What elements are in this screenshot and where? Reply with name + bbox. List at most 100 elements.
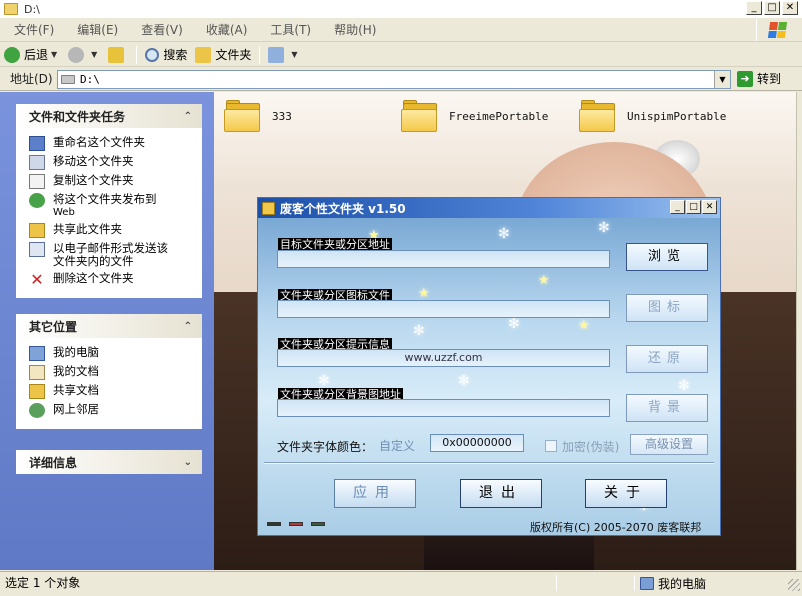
snowflake-decoration: ✻ <box>678 378 690 394</box>
toolbar: 后退 ▼ ▼ 搜索 文件夹 ▼ <box>0 43 802 67</box>
icon-button[interactable]: 图标 <box>626 294 708 322</box>
network-icon <box>29 403 45 418</box>
copy-icon <box>29 174 45 189</box>
computer-icon <box>640 577 654 590</box>
task-publish-web[interactable]: 将这个文件夹发布到 Web <box>29 193 201 219</box>
restore-button[interactable]: 还原 <box>626 345 708 373</box>
app-icon <box>262 201 275 215</box>
views-button[interactable]: ▼ <box>264 44 304 66</box>
go-button[interactable]: ➜ 转到 <box>737 70 781 87</box>
move-icon <box>29 155 45 170</box>
back-label: 后退 <box>24 48 49 62</box>
task-delete[interactable]: ✕ 删除这个文件夹 <box>29 272 201 288</box>
task-label: 复制这个文件夹 <box>53 173 134 187</box>
status-selection-text: 选定 1 个对象 <box>5 576 81 590</box>
dialog-minimize-button[interactable]: _ <box>670 200 685 214</box>
status-location: 我的电脑 <box>640 575 706 592</box>
details-panel-header[interactable]: 详细信息 ⌄ <box>16 450 202 474</box>
exit-button[interactable]: 退出 <box>460 479 542 508</box>
menu-favorites[interactable]: 收藏(A) <box>192 21 257 38</box>
forward-button[interactable]: ▼ <box>64 44 104 66</box>
dialog-close-button[interactable]: ✕ <box>702 200 717 214</box>
status-location-text: 我的电脑 <box>658 577 707 591</box>
skin-swatch[interactable] <box>267 522 281 526</box>
apply-button[interactable]: 应用 <box>334 479 416 508</box>
folder-icon <box>4 3 18 15</box>
chevron-down-icon[interactable]: ▼ <box>291 50 297 59</box>
back-button[interactable]: 后退 ▼ <box>0 44 64 66</box>
place-shared-documents[interactable]: 共享文档 <box>29 384 201 399</box>
menu-file[interactable]: 文件(F) <box>0 21 63 38</box>
skin-swatch[interactable] <box>311 522 325 526</box>
views-icon <box>268 46 285 63</box>
minimize-button[interactable]: _ <box>746 1 762 15</box>
chevron-down-icon[interactable]: ▼ <box>51 50 57 59</box>
task-copy[interactable]: 复制这个文件夹 <box>29 174 201 189</box>
target-path-input[interactable] <box>277 250 610 268</box>
folders-button[interactable]: 文件夹 <box>191 44 255 66</box>
up-folder-icon <box>108 46 125 63</box>
up-folder-button[interactable] <box>104 44 132 66</box>
collapse-icon[interactable]: ⌃ <box>184 111 192 122</box>
dialog-maximize-button[interactable]: □ <box>686 200 701 214</box>
task-label: 以电子邮件形式发送该 <box>53 241 168 255</box>
folder-name: FreeimePortable <box>449 109 549 123</box>
places-panel-title: 其它位置 <box>29 319 78 334</box>
vertical-scrollbar[interactable] <box>796 92 802 570</box>
computer-icon <box>29 346 45 361</box>
skin-swatch[interactable] <box>289 522 303 526</box>
collapse-icon[interactable]: ⌃ <box>184 321 192 332</box>
advanced-settings-button[interactable]: 高级设置 <box>630 434 708 455</box>
task-label: 移动这个文件夹 <box>53 154 134 168</box>
task-label-line2: 文件夹内的文件 <box>53 254 134 268</box>
custom-color-link[interactable]: 自定义 <box>379 437 415 454</box>
windows-logo-icon <box>756 19 796 41</box>
about-button[interactable]: 关于 <box>585 479 667 508</box>
background-button[interactable]: 背景 <box>626 394 708 422</box>
place-network[interactable]: 网上邻居 <box>29 403 201 418</box>
snowflake-decoration: ✻ <box>508 316 520 332</box>
menu-view[interactable]: 查看(V) <box>127 21 192 38</box>
encrypt-checkbox[interactable] <box>545 440 557 452</box>
go-label: 转到 <box>757 72 782 86</box>
folder-item[interactable]: 333 <box>224 100 292 132</box>
place-my-documents[interactable]: 我的文档 <box>29 365 201 380</box>
folder-item[interactable]: FreeimePortable <box>401 100 548 132</box>
menu-tools[interactable]: 工具(T) <box>256 21 320 38</box>
maximize-button[interactable]: □ <box>764 1 780 15</box>
search-button[interactable]: 搜索 <box>141 44 191 66</box>
place-my-computer[interactable]: 我的电脑 <box>29 346 201 361</box>
rename-icon <box>29 136 45 151</box>
details-panel: 详细信息 ⌄ <box>16 450 202 474</box>
background-path-input[interactable] <box>277 399 610 417</box>
go-arrow-icon: ➜ <box>737 70 753 87</box>
resize-grip[interactable] <box>788 579 800 591</box>
tooltip-input[interactable]: www.uzzf.com <box>277 349 610 367</box>
documents-icon <box>29 365 45 380</box>
chevron-down-icon[interactable]: ▼ <box>91 50 97 59</box>
task-share[interactable]: 共享此文件夹 <box>29 223 201 238</box>
address-value: D:\ <box>80 73 100 86</box>
snowflake-decoration: ✻ <box>458 373 470 389</box>
places-panel-header[interactable]: 其它位置 ⌃ <box>16 314 202 338</box>
task-label: 共享此文件夹 <box>53 222 122 236</box>
places-panel: 其它位置 ⌃ 我的电脑 我的文档 共享文档 网上邻居 <box>16 314 202 429</box>
menu-help[interactable]: 帮助(H) <box>320 21 385 38</box>
expand-icon[interactable]: ⌄ <box>184 457 192 468</box>
task-pane: 文件和文件夹任务 ⌃ 重命名这个文件夹 移动这个文件夹 复制这个文件夹 将这个文… <box>0 92 214 570</box>
address-input[interactable]: D:\ ▼ <box>57 70 731 89</box>
browse-button[interactable]: 浏览 <box>626 243 708 271</box>
color-hex-input[interactable]: 0x00000000 <box>430 434 524 452</box>
tasks-panel-title: 文件和文件夹任务 <box>29 109 126 124</box>
icon-file-input[interactable] <box>277 300 610 318</box>
task-move[interactable]: 移动这个文件夹 <box>29 155 201 170</box>
folder-item[interactable]: UnispimPortable <box>579 100 726 132</box>
address-dropdown-button[interactable]: ▼ <box>714 71 730 88</box>
close-button[interactable]: ✕ <box>782 1 798 15</box>
tasks-panel-header[interactable]: 文件和文件夹任务 ⌃ <box>16 104 202 128</box>
menu-edit[interactable]: 编辑(E) <box>63 21 127 38</box>
task-email[interactable]: 以电子邮件形式发送该 文件夹内的文件 <box>29 242 201 268</box>
place-label: 我的电脑 <box>53 345 99 359</box>
task-rename[interactable]: 重命名这个文件夹 <box>29 136 201 151</box>
encrypt-label: 加密(伪装) <box>562 440 620 454</box>
